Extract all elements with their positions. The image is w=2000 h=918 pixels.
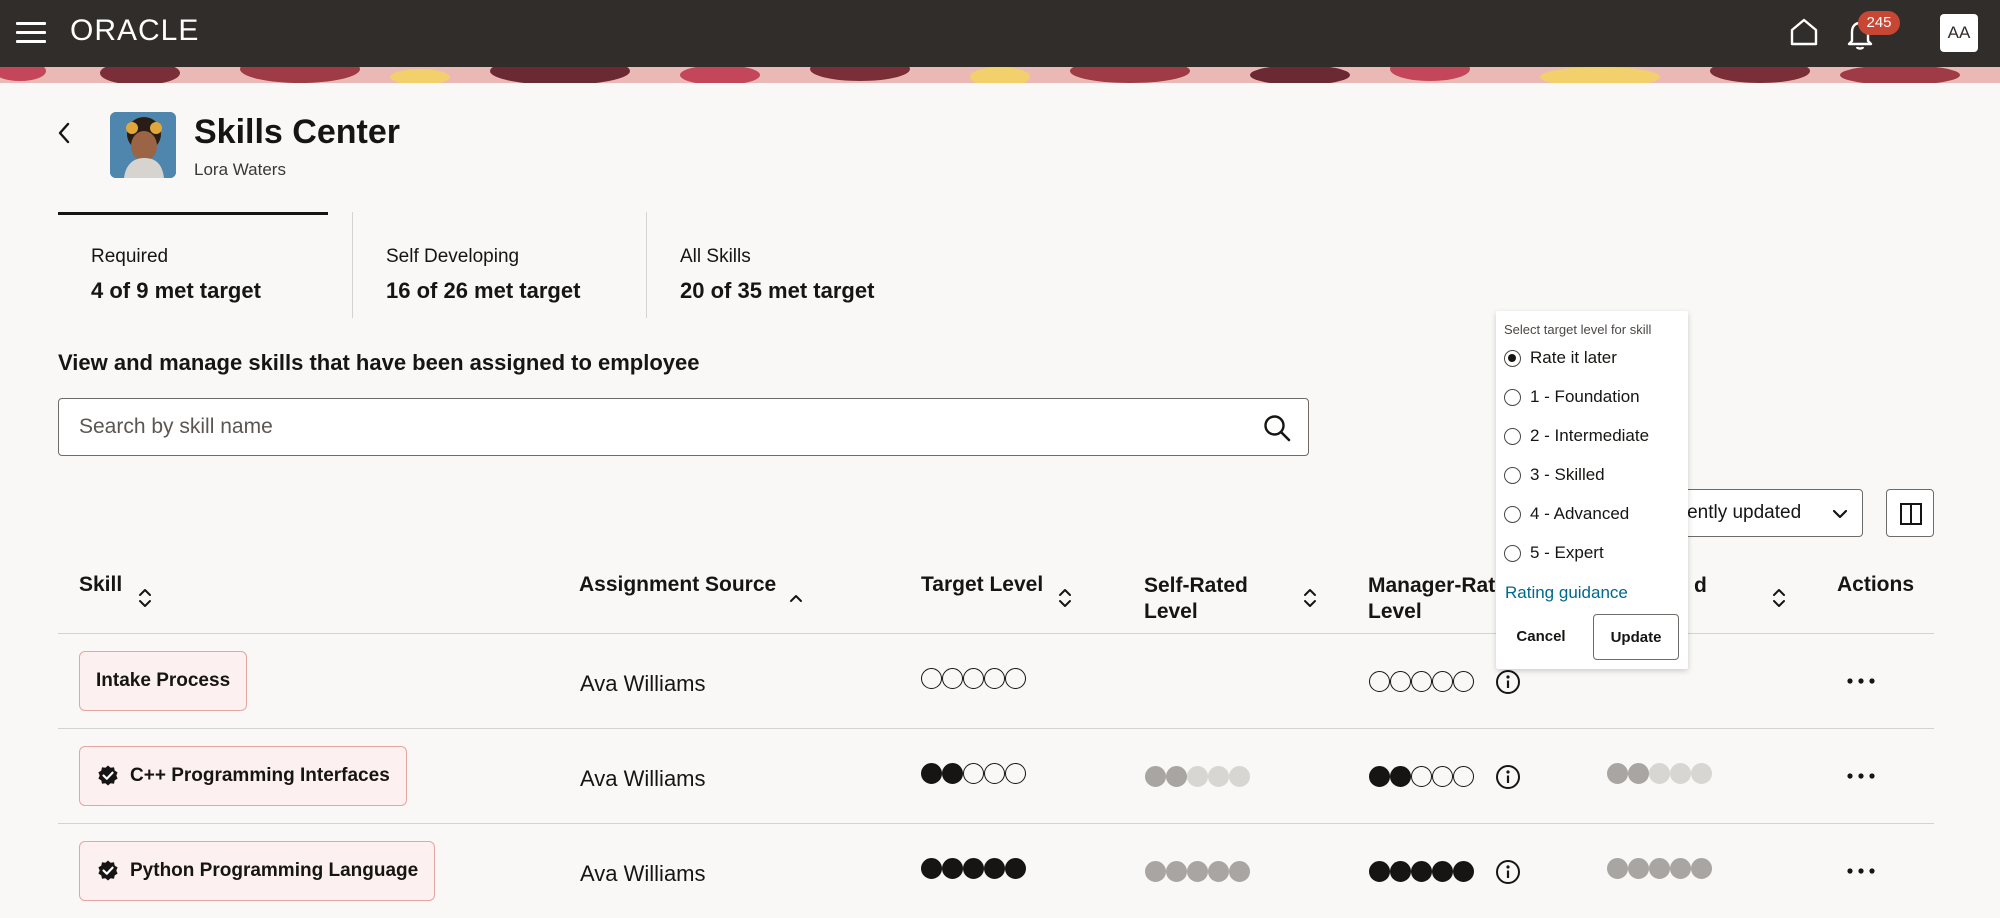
radio-rate-it-later[interactable]: Rate it later bbox=[1504, 346, 1617, 370]
row-divider bbox=[58, 728, 1934, 729]
info-icon[interactable] bbox=[1495, 669, 1521, 695]
info-icon[interactable] bbox=[1495, 764, 1521, 790]
radio-foundation[interactable]: 1 - Foundation bbox=[1504, 385, 1640, 409]
skill-chip[interactable]: Python Programming Language bbox=[79, 841, 436, 901]
oracle-logo[interactable]: ORACLE bbox=[70, 14, 199, 48]
target-level-rating[interactable] bbox=[921, 763, 1026, 785]
tab-value: 16 of 26 met target bbox=[386, 278, 581, 303]
sort-select[interactable]: ecently updated bbox=[1660, 489, 1863, 537]
back-arrow-icon[interactable] bbox=[52, 118, 76, 148]
search-icon[interactable] bbox=[1262, 413, 1292, 443]
radio-label: 2 - Intermediate bbox=[1530, 426, 1650, 445]
other-rated-level bbox=[1607, 763, 1712, 785]
sort-icon[interactable] bbox=[1302, 587, 1318, 609]
radio-skilled[interactable]: 3 - Skilled bbox=[1504, 463, 1605, 487]
radio-button[interactable] bbox=[1504, 427, 1521, 445]
chevron-down-icon bbox=[1832, 509, 1848, 519]
tab-label: All Skills bbox=[680, 246, 751, 267]
target-level-rating[interactable] bbox=[921, 858, 1026, 880]
decorative-banner bbox=[0, 67, 2000, 83]
home-icon[interactable] bbox=[1788, 16, 1820, 48]
target-level-rating[interactable] bbox=[921, 668, 1026, 690]
tab-required[interactable]: Required 4 of 9 met target bbox=[58, 212, 352, 318]
manager-rated-level bbox=[1369, 671, 1474, 693]
tab-label: Required bbox=[91, 246, 169, 267]
verified-badge-icon bbox=[98, 860, 118, 881]
split-panel-icon bbox=[1900, 503, 1922, 525]
assignment-source: Ava Williams bbox=[580, 861, 706, 886]
self-rated-level bbox=[1145, 766, 1250, 788]
update-button[interactable]: Update bbox=[1593, 614, 1679, 660]
info-icon[interactable] bbox=[1495, 859, 1521, 885]
profile-photo bbox=[110, 112, 176, 178]
menu-icon[interactable] bbox=[16, 22, 46, 44]
sort-icon[interactable] bbox=[1771, 587, 1787, 609]
user-avatar-button[interactable]: AA bbox=[1940, 14, 1978, 52]
tab-label: Self Developing bbox=[386, 246, 520, 267]
manager-rated-level bbox=[1369, 766, 1474, 788]
radio-label: 3 - Skilled bbox=[1530, 465, 1605, 484]
skill-name: Intake Process bbox=[96, 670, 231, 691]
assignment-source: Ava Williams bbox=[580, 766, 706, 791]
column-header-skill[interactable]: Skill bbox=[79, 572, 122, 598]
radio-label: 1 - Foundation bbox=[1530, 387, 1640, 406]
header-line-2: Level bbox=[1144, 600, 1198, 623]
skill-chip[interactable]: Intake Process bbox=[79, 651, 248, 711]
header-line-1: Manager-Rat bbox=[1368, 574, 1496, 597]
tab-value: 4 of 9 met target bbox=[91, 278, 261, 303]
more-actions-icon[interactable] bbox=[1843, 861, 1879, 881]
target-level-popup: Select target level for skill Rate it la… bbox=[1496, 311, 1688, 669]
tab-self-developing[interactable]: Self Developing 16 of 26 met target bbox=[352, 212, 646, 318]
radio-label: 4 - Advanced bbox=[1530, 504, 1630, 523]
search-input[interactable] bbox=[79, 399, 1229, 455]
header-line-1: Self-Rated bbox=[1144, 574, 1248, 597]
column-header-manager-rated-level[interactable]: Manager-Rat Level bbox=[1368, 573, 1495, 625]
radio-advanced[interactable]: 4 - Advanced bbox=[1504, 502, 1629, 526]
other-rated-level bbox=[1607, 858, 1712, 880]
row-divider bbox=[58, 823, 1934, 824]
radio-button[interactable] bbox=[1504, 466, 1521, 484]
skill-chip[interactable]: C++ Programming Interfaces bbox=[79, 746, 407, 806]
column-header-actions: Actions bbox=[1837, 573, 1915, 596]
cancel-button[interactable]: Cancel bbox=[1506, 614, 1576, 658]
top-bar: ORACLE 245 AA bbox=[0, 0, 2000, 67]
column-header-target-level[interactable]: Target Level bbox=[921, 572, 1043, 598]
skill-name: C++ Programming Interfaces bbox=[130, 765, 390, 786]
radio-label: 5 - Expert bbox=[1530, 543, 1604, 562]
header-line-2: Level bbox=[1368, 600, 1422, 623]
radio-label: Rate it later bbox=[1530, 348, 1617, 367]
search-field bbox=[58, 398, 1309, 456]
page-title: Skills Center bbox=[194, 113, 400, 151]
sort-ascending-icon[interactable] bbox=[788, 589, 804, 611]
tab-all-skills[interactable]: All Skills 20 of 35 met target bbox=[646, 212, 966, 318]
column-header-partial[interactable]: d bbox=[1694, 573, 1707, 599]
rating-guidance-link[interactable]: Rating guidance bbox=[1505, 583, 1628, 603]
sort-icon[interactable] bbox=[137, 587, 153, 609]
more-actions-icon[interactable] bbox=[1843, 766, 1879, 786]
employee-name: Lora Waters bbox=[194, 160, 286, 179]
self-rated-level bbox=[1145, 861, 1250, 883]
radio-button[interactable] bbox=[1504, 544, 1521, 562]
radio-button[interactable] bbox=[1504, 349, 1521, 367]
more-actions-icon[interactable] bbox=[1843, 671, 1879, 691]
column-header-self-rated-level[interactable]: Self-Rated Level bbox=[1144, 573, 1248, 625]
summary-tabs: Required 4 of 9 met target Self Developi… bbox=[58, 212, 966, 318]
notification-count-badge: 245 bbox=[1858, 11, 1900, 35]
tab-value: 20 of 35 met target bbox=[680, 278, 875, 303]
assignment-source: Ava Williams bbox=[580, 671, 706, 696]
radio-intermediate[interactable]: 2 - Intermediate bbox=[1504, 424, 1649, 448]
skill-name: Python Programming Language bbox=[130, 860, 419, 881]
column-header-assignment-source[interactable]: Assignment Source bbox=[579, 572, 776, 598]
sort-icon[interactable] bbox=[1057, 587, 1073, 609]
section-heading: View and manage skills that have been as… bbox=[58, 350, 700, 375]
verified-badge-icon bbox=[98, 765, 118, 786]
manager-rated-level bbox=[1369, 861, 1474, 883]
radio-button[interactable] bbox=[1504, 388, 1521, 406]
popup-title: Select target level for skill bbox=[1504, 322, 1652, 337]
column-panel-button[interactable] bbox=[1886, 489, 1934, 537]
radio-expert[interactable]: 5 - Expert bbox=[1504, 541, 1604, 565]
radio-button[interactable] bbox=[1504, 505, 1521, 523]
